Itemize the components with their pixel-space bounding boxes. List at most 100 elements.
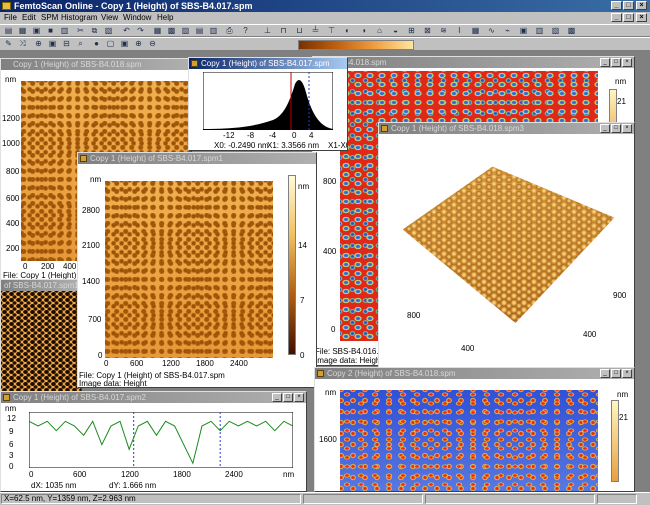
status-coords: X=62.5 nm, Y=1359 nm, Z=2.963 nm <box>1 494 301 504</box>
window-maximize[interactable]: □ <box>611 58 621 67</box>
tool-a-icon[interactable]: ⊥ <box>262 26 273 36</box>
height-map-image[interactable] <box>340 390 598 491</box>
x-tick: -8 <box>247 131 255 140</box>
tool-r-icon[interactable]: ▥ <box>534 26 545 36</box>
tool-p-icon[interactable]: ⌁ <box>502 26 513 36</box>
x1-readout: X1: 3.3566 nm <box>267 141 320 150</box>
window-title[interactable]: Copy 1 (Height) of SBS-B4.017.spm2 <box>1 392 306 403</box>
tool-t-icon[interactable]: ▩ <box>566 26 577 36</box>
menu-view[interactable]: View <box>101 12 118 23</box>
tool-q-icon[interactable]: ▣ <box>518 26 529 36</box>
window-title[interactable]: of SBS-B4.017.spm1 <box>1 280 81 291</box>
measure-icon[interactable]: ⊟ <box>61 39 72 49</box>
window-title[interactable]: Copy 2 (Height) of SBS-B4.018.spm <box>315 368 634 379</box>
record-icon[interactable]: ● <box>91 39 102 49</box>
window-maximize[interactable]: □ <box>611 369 621 378</box>
window-title[interactable]: Copy 1 (Height) of SBS-B4.018.spm3 <box>379 123 634 134</box>
window-close[interactable]: × <box>622 58 632 67</box>
tool-h-icon[interactable]: ⌂ <box>374 26 385 36</box>
window-close[interactable]: × <box>622 369 632 378</box>
window-minimize[interactable]: _ <box>600 369 610 378</box>
window-profile[interactable]: Copy 1 (Height) of SBS-B4.017.spm2 _ □ ×… <box>0 391 307 492</box>
window-title[interactable]: Copy 1 (Height) of SBS-B4.017.spm <box>189 58 347 69</box>
window-minimize[interactable]: _ <box>600 58 610 67</box>
zoom-area-icon[interactable]: ⊕ <box>33 39 44 49</box>
tool-n-icon[interactable]: ▦ <box>470 26 481 36</box>
menu-help[interactable]: Help <box>157 12 173 23</box>
save-icon[interactable]: ■ <box>45 26 56 36</box>
color-palette-strip[interactable] <box>298 40 414 50</box>
tool-s-icon[interactable]: ▧ <box>550 26 561 36</box>
maximize-button[interactable]: □ <box>623 1 634 10</box>
window-title[interactable]: Copy 1 (Height) of SBS-B4.017.spm1 <box>78 153 316 164</box>
table-icon[interactable]: ▦ <box>152 26 163 36</box>
mdi-minimize-button[interactable]: _ <box>611 13 622 22</box>
height-map-image[interactable] <box>105 181 273 358</box>
window-close[interactable]: × <box>294 393 304 402</box>
save-as-icon[interactable]: ▥ <box>59 26 70 36</box>
close-button[interactable]: × <box>636 1 647 10</box>
grid-icon[interactable]: ▩ <box>166 26 177 36</box>
new-file-icon[interactable]: ▤ <box>3 26 14 36</box>
tool-e-icon[interactable]: ⊤ <box>326 26 337 36</box>
help-icon[interactable]: ? <box>240 26 251 36</box>
mdi-restore-button[interactable]: □ <box>623 13 634 22</box>
tool-k-icon[interactable]: ⊠ <box>422 26 433 36</box>
window-histogram[interactable]: Copy 1 (Height) of SBS-B4.017.spm -12 -8… <box>188 57 348 151</box>
menu-histogram[interactable]: Histogram <box>61 12 97 23</box>
menu-spm[interactable]: SPM <box>41 12 58 23</box>
window-close[interactable]: × <box>622 124 632 133</box>
tool-o-icon[interactable]: ∿ <box>486 26 497 36</box>
find-icon[interactable]: ⌕ <box>75 39 86 49</box>
colorbar-tick: 14 <box>298 241 307 250</box>
copy-icon[interactable]: ⧉ <box>89 26 100 36</box>
tool-f-icon[interactable]: ◐ <box>342 26 353 36</box>
window-3d-view[interactable]: Copy 1 (Height) of SBS-B4.018.spm3 _ □ ×… <box>378 122 635 370</box>
y-tick: 800 <box>6 167 20 176</box>
layers-icon[interactable]: ▤ <box>194 26 205 36</box>
axis-tick: 800 <box>407 311 421 320</box>
print-icon[interactable]: ⎙ <box>224 26 235 36</box>
window-minimize[interactable]: _ <box>600 124 610 133</box>
tool-b-icon[interactable]: ⊓ <box>278 26 289 36</box>
menu-edit[interactable]: Edit <box>22 12 36 23</box>
surface-3d-image[interactable] <box>402 166 615 323</box>
redo-icon[interactable]: ↷ <box>135 26 146 36</box>
open-folder-icon[interactable]: ▦ <box>17 26 28 36</box>
frame-icon[interactable]: ▢ <box>105 39 116 49</box>
tool-c-icon[interactable]: ⊔ <box>294 26 305 36</box>
fit-icon[interactable]: ▣ <box>119 39 130 49</box>
undo-icon[interactable]: ↶ <box>121 26 132 36</box>
chart-icon[interactable]: ▨ <box>180 26 191 36</box>
tool-l-icon[interactable]: ≋ <box>438 26 449 36</box>
cut-icon[interactable]: ✂ <box>75 26 86 36</box>
window-blue-map[interactable]: Copy 2 (Height) of SBS-B4.018.spm _ □ × … <box>314 367 635 492</box>
profile-plot[interactable] <box>29 412 293 468</box>
window-title[interactable]: Copy 1 (Height) of SBS-B4.018.spm <box>1 59 191 70</box>
histogram-plot[interactable] <box>203 72 333 130</box>
window-maximize[interactable]: □ <box>611 124 621 133</box>
tool-m-icon[interactable]: ⌇ <box>454 26 465 36</box>
tool-i-icon[interactable]: ◒ <box>390 26 401 36</box>
paste-icon[interactable]: ▧ <box>103 26 114 36</box>
minimize-button[interactable]: _ <box>611 1 622 10</box>
window-title[interactable]: SBS-B4.018.spm <box>313 57 634 68</box>
export-icon[interactable]: ▥ <box>208 26 219 36</box>
tool-j-icon[interactable]: ⊞ <box>406 26 417 36</box>
window-minimize[interactable]: _ <box>272 393 282 402</box>
window-maximize[interactable]: □ <box>283 393 293 402</box>
mdi-close-button[interactable]: × <box>636 13 647 22</box>
open-icon[interactable]: ▣ <box>31 26 42 36</box>
window-main-map[interactable]: Copy 1 (Height) of SBS-B4.017.spm1 nm 28… <box>77 152 317 388</box>
zoom-in-icon[interactable]: ⊕ <box>133 39 144 49</box>
menu-window[interactable]: Window <box>123 12 151 23</box>
select-icon[interactable]: ▣ <box>47 39 58 49</box>
scan-icon[interactable]: ⤨ <box>17 39 28 49</box>
zoom-out-icon[interactable]: ⊖ <box>147 39 158 49</box>
dx-readout: dX: 1035 nm <box>31 481 77 490</box>
menu-file[interactable]: File <box>4 12 17 23</box>
tool-d-icon[interactable]: ╧ <box>310 26 321 36</box>
tool-g-icon[interactable]: ◑ <box>358 26 369 36</box>
probe-icon[interactable]: ✎ <box>3 39 14 49</box>
plot-frame <box>29 412 293 468</box>
